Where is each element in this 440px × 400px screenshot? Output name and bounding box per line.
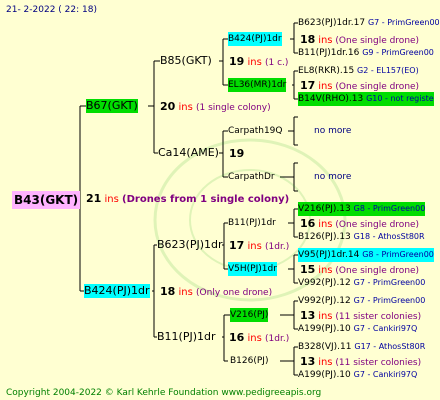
- gen3-node[interactable]: EL36(MR)1dr: [228, 78, 287, 92]
- gen4-name: V95(PJ)1dr.14: [298, 250, 360, 260]
- gen4-entry[interactable]: B328(VJ).11 G17 - AthosSt80R: [298, 340, 425, 354]
- gen3-note: (One single drone): [335, 266, 420, 276]
- gen4-source: G7 - PrimGreen00: [367, 18, 440, 27]
- copyright-footer: Copyright 2004-2022 © Karl Kehrle Founda…: [6, 388, 322, 398]
- gen4-source: G8 - PrimGreen00: [362, 250, 434, 259]
- gen3-ins: ins: [318, 311, 333, 322]
- gen2-info: 16 ins (1dr.): [229, 331, 289, 346]
- gen4-source: G10 - not registe: [366, 94, 434, 103]
- gen2-ins: ins: [247, 333, 262, 344]
- gen3-ins: ins: [318, 219, 333, 230]
- gen4-name: EL8(RKR).15: [298, 66, 355, 76]
- gen1-dam-note: (Only one drone): [196, 288, 273, 298]
- gen2-info: 19: [229, 147, 244, 162]
- gen4-entry[interactable]: A199(PJ).10 G7 - Cankiri97Q: [298, 322, 417, 336]
- gen4-entry[interactable]: V992(PJ).12 G7 - PrimGreen00: [298, 276, 425, 290]
- gen4-source: G2 - EL157(EO): [357, 66, 419, 75]
- gen2-node[interactable]: B11(PJ)1dr: [157, 330, 216, 344]
- gen4-source: G9 - PrimGreen00: [362, 48, 434, 57]
- gen4-name: A199(PJ).10: [298, 324, 351, 334]
- gen3-node[interactable]: CarpathDr: [228, 170, 275, 184]
- gen1-sire[interactable]: B67(GKT): [86, 99, 138, 113]
- gen2-node[interactable]: B85(GKT): [160, 54, 212, 68]
- gen1-sire-num: 20: [160, 100, 176, 113]
- gen4-entry[interactable]: V216(PJ).13 G8 - PrimGreen00: [298, 202, 426, 216]
- gen4-source: G17 - AthosSt80R: [354, 342, 426, 351]
- gen4-entry[interactable]: B11(PJ)1dr.16 G9 - PrimGreen00: [298, 46, 434, 60]
- gen2-num: 16: [229, 331, 245, 344]
- root-num: 21: [86, 192, 102, 205]
- gen4-name: B623(PJ)1dr.17: [298, 18, 366, 28]
- gen2-note: (1dr.): [265, 242, 290, 252]
- gen3-num: 17: [300, 79, 316, 92]
- root-queen[interactable]: B43(GKT): [12, 191, 81, 209]
- gen4-name: B328(VJ).11: [298, 342, 352, 352]
- gen4-name: A199(PJ).10: [298, 370, 351, 380]
- gen2-num: 17: [229, 239, 245, 252]
- gen4-source: G8 - PrimGreen00: [353, 204, 426, 213]
- gen3-num: 13: [300, 309, 316, 322]
- gen3-node[interactable]: B424(PJ)1dr: [228, 32, 282, 46]
- gen2-note: (1dr.): [265, 334, 290, 344]
- root-info: 21 ins (Drones from 1 single colony): [86, 192, 289, 207]
- gen3-note: (One single drone): [335, 220, 420, 230]
- gen4-entry[interactable]: B126(PJ).13 G18 - AthosSt80R: [298, 230, 425, 244]
- gen3-node[interactable]: Carpath19Q: [228, 124, 283, 138]
- no-more-label: no more: [314, 172, 352, 182]
- gen4-source: G7 - PrimGreen00: [353, 296, 426, 305]
- gen4-name: B11(PJ)1dr.16: [298, 48, 360, 58]
- gen4-entry[interactable]: EL8(RKR).15 G2 - EL157(EO): [298, 64, 419, 78]
- gen2-num: 19: [229, 55, 245, 68]
- gen3-note: (One single drone): [335, 36, 420, 46]
- gen2-note: (1 c.): [265, 58, 289, 68]
- gen4-name: V216(PJ).13: [298, 204, 351, 214]
- gen3-ins: ins: [318, 35, 333, 46]
- gen3-note: (One single drone): [335, 82, 420, 92]
- gen4-name: B126(PJ).13: [298, 232, 351, 242]
- root-note: (Drones from 1 single colony): [122, 194, 290, 205]
- gen1-dam-ins: ins: [178, 287, 193, 298]
- no-more-label: no more: [314, 126, 352, 136]
- gen3-node[interactable]: B11(PJ)1dr: [228, 216, 276, 230]
- gen3-note: (11 sister colonies): [335, 312, 422, 322]
- gen2-info: 19 ins (1 c.): [229, 55, 288, 70]
- gen2-ins: ins: [247, 57, 262, 68]
- gen4-source: G7 - Cankiri97Q: [353, 324, 418, 333]
- gen4-source: G18 - AthosSt80R: [353, 232, 425, 241]
- gen3-num: 15: [300, 263, 316, 276]
- gen1-sire-info: 20 ins (1 single colony): [160, 100, 271, 115]
- gen3-node[interactable]: B126(PJ): [230, 354, 268, 368]
- gen4-entry[interactable]: B623(PJ)1dr.17 G7 - PrimGreen00: [298, 16, 440, 30]
- gen3-node[interactable]: V216(PJ): [230, 308, 269, 322]
- gen3-num: 13: [300, 355, 316, 368]
- gen4-entry[interactable]: A199(PJ).10 G7 - Cankiri97Q: [298, 368, 417, 382]
- gen4-name: B14V(RHO).13: [298, 94, 364, 104]
- gen4-entry[interactable]: V95(PJ)1dr.14 G8 - PrimGreen00: [298, 248, 434, 262]
- gen2-ins: ins: [247, 241, 262, 252]
- gen2-node[interactable]: B623(PJ)1dr: [157, 238, 223, 252]
- gen1-sire-ins: ins: [178, 102, 193, 113]
- gen3-num: 18: [300, 33, 316, 46]
- gen3-num: 16: [300, 217, 316, 230]
- gen3-ins: ins: [318, 81, 333, 92]
- gen4-source: G7 - PrimGreen00: [353, 278, 426, 287]
- gen1-dam[interactable]: B424(PJ)1dr: [84, 284, 150, 298]
- gen3-ins: ins: [318, 357, 333, 368]
- gen3-note: (11 sister colonies): [335, 358, 422, 368]
- gen1-sire-note: (1 single colony): [196, 103, 271, 113]
- gen4-name: V992(PJ).12: [298, 278, 351, 288]
- gen1-dam-num: 18: [160, 285, 176, 298]
- gen4-source: G7 - Cankiri97Q: [353, 370, 418, 379]
- gen2-num: 19: [229, 147, 245, 160]
- gen3-node[interactable]: V5H(PJ)1dr: [228, 262, 277, 276]
- root-ins: ins: [104, 194, 119, 205]
- timestamp: 21- 2-2022 ( 22: 18): [6, 5, 97, 15]
- gen4-name: V992(PJ).12: [298, 296, 351, 306]
- gen4-entry[interactable]: V992(PJ).12 G7 - PrimGreen00: [298, 294, 425, 308]
- gen3-ins: ins: [318, 265, 333, 276]
- gen2-info: 17 ins (1dr.): [229, 239, 289, 254]
- gen1-dam-info: 18 ins (Only one drone): [160, 285, 272, 300]
- gen4-entry[interactable]: B14V(RHO).13 G10 - not registe: [298, 92, 434, 106]
- gen2-node[interactable]: Ca14(AME): [158, 146, 219, 160]
